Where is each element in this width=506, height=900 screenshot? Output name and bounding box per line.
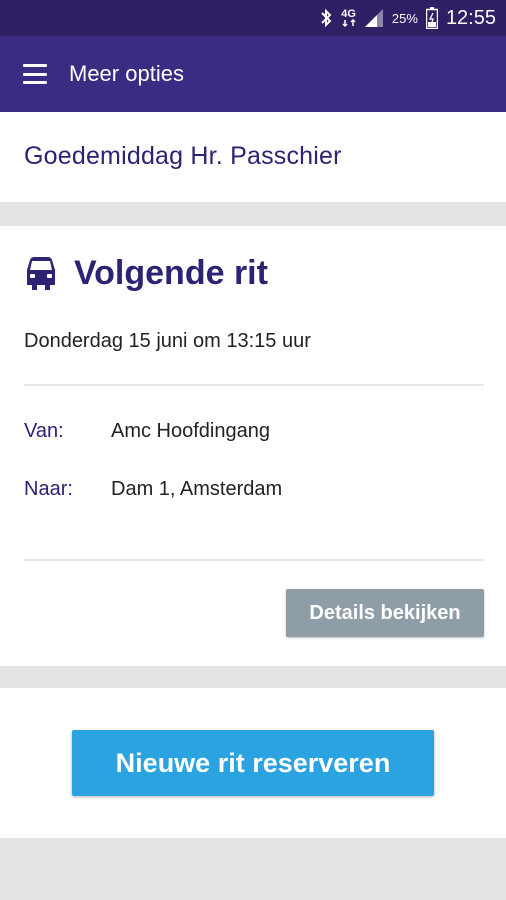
app-bar-title[interactable]: Meer opties xyxy=(69,61,184,87)
new-ride-card: Nieuwe rit reserveren xyxy=(0,688,506,838)
network-type: 4G xyxy=(341,8,356,20)
signal-icon xyxy=(364,7,384,29)
bluetooth-icon xyxy=(319,7,333,29)
next-ride-card: Volgende rit Donderdag 15 juni om 13:15 … xyxy=(0,226,506,666)
clock: 12:55 xyxy=(445,6,496,29)
greeting-card: Goedemiddag Hr. Passchier xyxy=(0,112,506,202)
to-value: Dam 1, Amsterdam xyxy=(111,478,283,500)
next-ride-title: Volgende rit xyxy=(74,254,268,292)
app-bar: Meer opties xyxy=(0,36,506,112)
to-label: Naar: xyxy=(24,478,73,500)
status-icons: 4G 25% 12:55 xyxy=(319,0,496,36)
divider xyxy=(24,559,484,561)
hamburger-menu-icon[interactable] xyxy=(23,64,47,84)
status-bar: 4G 25% 12:55 xyxy=(0,0,506,36)
divider xyxy=(24,384,484,386)
battery-icon xyxy=(425,7,438,29)
from-value: Amc Hoofdingang xyxy=(111,420,270,442)
details-button[interactable]: Details bekijken xyxy=(286,589,484,637)
from-label: Van: xyxy=(24,420,64,442)
greeting-text: Goedemiddag Hr. Passchier xyxy=(24,142,342,170)
ride-datetime: Donderdag 15 juni om 13:15 uur xyxy=(24,330,311,352)
new-ride-button[interactable]: Nieuwe rit reserveren xyxy=(72,730,434,796)
car-icon xyxy=(27,256,55,290)
network-4g-icon: 4G xyxy=(341,7,356,29)
next-ride-header: Volgende rit xyxy=(24,254,268,293)
battery-percent: 25% xyxy=(391,10,418,26)
